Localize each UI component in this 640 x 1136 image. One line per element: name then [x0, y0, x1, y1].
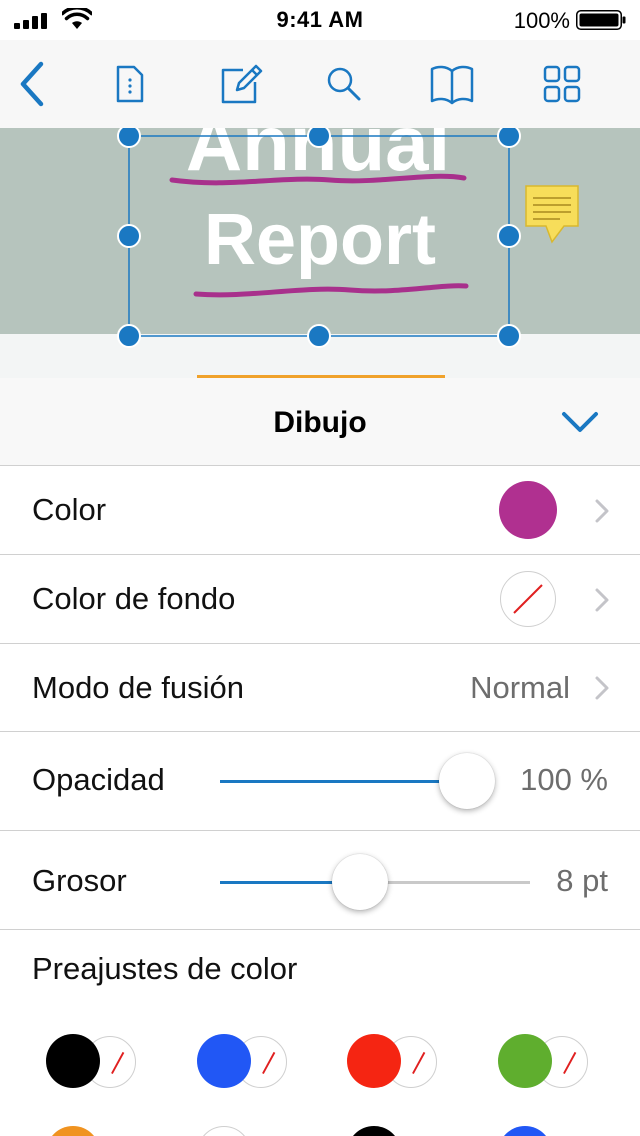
opacity-row: Opacidad 100 % [0, 732, 640, 831]
battery-icon [576, 10, 626, 30]
chevron-down-icon[interactable] [560, 408, 600, 436]
drawing-panel: Dibujo Color Color de fondo Modo de fusi… [0, 375, 640, 1136]
thickness-row: Grosor 8 pt [0, 831, 640, 930]
thickness-label: Grosor [32, 863, 127, 898]
back-chevron-icon[interactable] [6, 58, 58, 110]
preset-fill-swatch [46, 1034, 100, 1088]
blend-mode-label: Modo de fusión [32, 670, 244, 705]
background-color-row[interactable]: Color de fondo [0, 555, 640, 644]
preset-fill-swatch [498, 1126, 552, 1136]
chevron-right-icon [595, 499, 609, 523]
preset-fill-swatch [46, 1126, 100, 1136]
opacity-slider-fill [220, 780, 468, 783]
thickness-value: 8 pt [556, 863, 608, 898]
thickness-slider-thumb[interactable] [332, 854, 388, 910]
opacity-slider-thumb[interactable] [439, 753, 495, 809]
preset-red[interactable] [347, 1034, 447, 1090]
preset-black[interactable] [46, 1034, 146, 1090]
preset-fill-swatch [347, 1034, 401, 1088]
panel-title: Dibujo [273, 406, 367, 439]
preset-black-2[interactable] [347, 1126, 447, 1136]
color-presets-label: Preajustes de color [32, 951, 298, 986]
toolbar [0, 40, 640, 128]
no-color-swatch [500, 571, 556, 627]
battery-percent: 100% [513, 8, 570, 33]
note-icon [525, 185, 579, 244]
preset-white[interactable] [197, 1126, 297, 1136]
preset-fill-swatch [498, 1034, 552, 1088]
preset-green[interactable] [498, 1034, 598, 1090]
annotation-canvas: Annual Report [117, 128, 579, 348]
search-icon[interactable] [318, 58, 370, 110]
background-color-label: Color de fondo [32, 581, 236, 616]
preset-orange[interactable] [46, 1126, 146, 1136]
preset-blue-2[interactable] [498, 1126, 598, 1136]
doc-title-line2: Report [204, 200, 436, 280]
preset-blue[interactable] [197, 1034, 297, 1090]
ink-stroke-2 [193, 283, 469, 298]
color-row[interactable]: Color [0, 466, 640, 555]
blend-mode-row[interactable]: Modo de fusión Normal [0, 644, 640, 732]
chevron-right-icon [595, 588, 609, 612]
color-label: Color [32, 492, 107, 527]
chevron-right-icon [595, 676, 609, 700]
grid-icon[interactable] [536, 58, 588, 110]
opacity-label: Opacidad [32, 762, 165, 797]
document-outline-icon[interactable] [104, 58, 156, 110]
status-bar: 9:41 AM 100% [0, 0, 640, 40]
color-swatch [499, 481, 557, 539]
edit-pencil-icon[interactable] [214, 58, 266, 110]
document-preview[interactable]: Annual Report [0, 128, 640, 378]
blend-mode-value: Normal [470, 670, 570, 705]
panel-tab-indicator [197, 375, 445, 378]
preset-fill-swatch [197, 1126, 251, 1136]
preset-fill-swatch [347, 1126, 401, 1136]
panel-header: Dibujo [0, 375, 640, 466]
opacity-value: 100 % [520, 762, 608, 797]
book-icon[interactable] [426, 58, 478, 110]
preset-fill-swatch [197, 1034, 251, 1088]
